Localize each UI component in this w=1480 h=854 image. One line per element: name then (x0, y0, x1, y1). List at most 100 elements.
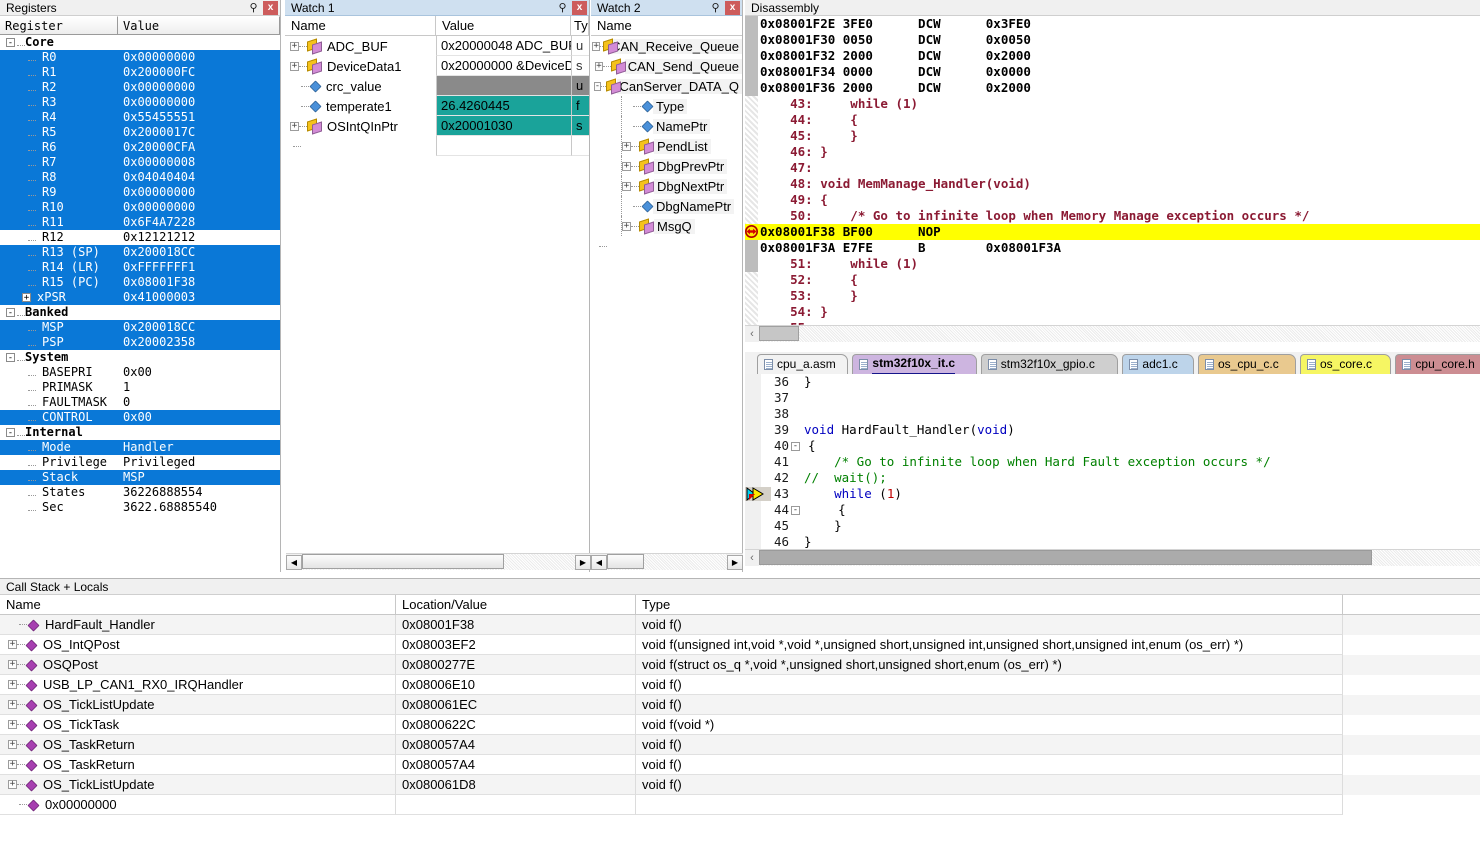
tree-expander-icon[interactable]: + (22, 293, 31, 303)
watch-row[interactable]: + CAN_Receive_Queue (591, 36, 742, 56)
register-value[interactable]: 0x200018CC (123, 245, 195, 260)
register-value[interactable]: 0x41000003 (123, 290, 195, 305)
register-value[interactable]: 0x00 (123, 365, 152, 380)
callstack-row[interactable]: + OSQPost 0x0800277E void f(struct os_q *,v… (0, 655, 1480, 675)
watch-expression-name[interactable]: temperate1 (321, 99, 392, 114)
register-row[interactable]: R13 (SP) 0x200018CC (0, 245, 280, 260)
watch-row[interactable]: + MsgQ (591, 216, 742, 236)
register-value[interactable]: Privileged (123, 455, 195, 470)
register-row[interactable]: R1 0x200000FC (0, 65, 280, 80)
registers-tree[interactable]: - Core R0 0x00000000 R1 0x200000FC R2 0x0000000… (0, 35, 280, 586)
tree-expander-icon[interactable]: + (594, 61, 604, 71)
register-row[interactable]: Sec 3622.68885540 (0, 500, 280, 515)
register-value[interactable]: 3622.68885540 (123, 500, 217, 515)
watch-expression-name[interactable]: DeviceData1 (322, 59, 401, 74)
register-row[interactable]: CONTROL 0x00 (0, 410, 280, 425)
editor-tab-os-core-c[interactable]: os_core.c (1300, 354, 1392, 374)
register-row[interactable]: R15 (PC) 0x08001F38 (0, 275, 280, 290)
register-value[interactable]: 0x2000017C (123, 125, 195, 140)
disassembly-line[interactable]: 0x08001F30 0050 DCW 0x0050 (745, 32, 1480, 48)
pin-icon[interactable]: ⚲ (556, 1, 569, 15)
register-row[interactable]: R14 (LR) 0xFFFFFFF1 (0, 260, 280, 275)
scroll-right-arrow-icon[interactable]: ▶ (727, 554, 743, 570)
tree-expander-icon[interactable]: + (8, 640, 17, 649)
disassembly-line[interactable]: 0x08001F38 BF00 NOP (745, 224, 1480, 240)
register-value[interactable]: 0x12121212 (123, 230, 195, 245)
callstack-col-location[interactable]: Location/Value (396, 595, 636, 614)
pin-icon[interactable]: ⚲ (247, 1, 260, 15)
source-line[interactable]: 43 while (1) (745, 486, 1480, 502)
watch-value-empty[interactable] (436, 136, 571, 156)
register-value[interactable]: 0x00000000 (123, 80, 195, 95)
watch-expression-name[interactable]: DbgNextPtr (654, 178, 728, 194)
watch-value[interactable]: 0x20001030 (436, 116, 571, 136)
watch-row[interactable]: + PendList (591, 136, 742, 156)
tree-expander-icon[interactable]: + (8, 780, 17, 789)
watch-enter-expression-row[interactable] (591, 236, 742, 256)
register-row[interactable]: MSP 0x200018CC (0, 320, 280, 335)
register-value[interactable]: 1 (123, 380, 130, 395)
watch-enter-expression-row[interactable] (285, 136, 589, 156)
watch-expression-name[interactable]: Type (653, 98, 688, 114)
watch2-list[interactable]: + CAN_Receive_Queue + CAN_Send_Queue - CanSer… (591, 36, 742, 567)
register-row[interactable]: BASEPRI 0x00 (0, 365, 280, 380)
register-value[interactable]: 0x00 (123, 410, 152, 425)
register-row[interactable]: R7 0x00000008 (0, 155, 280, 170)
watch-value[interactable]: 0x20000000 &DeviceDa... (436, 56, 571, 76)
register-value[interactable]: 0x00000000 (123, 50, 195, 65)
disassembly-listing[interactable]: 0x08001F2E 3FE0 DCW 0x3FE0 0x08001F30 005… (745, 16, 1480, 341)
watch-row[interactable]: + DeviceData1 0x20000000 &DeviceDa...s (285, 56, 589, 76)
callstack-function-name[interactable]: USB_LP_CAN1_RX0_IRQHandler (37, 677, 243, 692)
source-line[interactable]: 42 // wait(); (745, 470, 1480, 486)
callstack-row[interactable]: + OS_IntQPost 0x08003EF2 void f(unsigned in… (0, 635, 1480, 655)
callstack-col-name[interactable]: Name (0, 595, 396, 614)
tree-expander-icon[interactable]: + (622, 221, 631, 231)
register-value[interactable]: 0x00000008 (123, 155, 195, 170)
watch1-col-type[interactable]: Type (571, 16, 589, 35)
register-row[interactable]: Mode Handler (0, 440, 280, 455)
watch1-col-value[interactable]: Value (436, 16, 571, 35)
disassembly-line[interactable]: 52: { (745, 272, 1480, 288)
register-value[interactable]: 0x6F4A7228 (123, 215, 195, 230)
disassembly-line[interactable]: 53: } (745, 288, 1480, 304)
register-row[interactable]: PRIMASK 1 (0, 380, 280, 395)
callstack-function-name[interactable]: OSQPost (37, 657, 98, 672)
callstack-function-name[interactable]: OS_TaskReturn (37, 757, 135, 772)
watch1-scroll-track[interactable] (302, 554, 575, 570)
tree-expander-icon[interactable]: + (622, 161, 631, 171)
watch-expression-name[interactable]: DbgPrevPtr (654, 158, 728, 174)
watch-expression-name[interactable]: CAN_Send_Queue (624, 58, 742, 74)
register-row[interactable]: R4 0x55455551 (0, 110, 280, 125)
register-row[interactable]: R5 0x2000017C (0, 125, 280, 140)
source-line[interactable]: 39 void HardFault_Handler(void) (745, 422, 1480, 438)
pin-icon[interactable]: ⚲ (709, 1, 722, 15)
code-fold-icon[interactable]: - (791, 506, 800, 515)
editor-tab-os-cpu-c-c[interactable]: os_cpu_c.c (1198, 354, 1296, 374)
register-value[interactable]: 0xFFFFFFF1 (123, 260, 195, 275)
source-line[interactable]: 37 (745, 390, 1480, 406)
code-fold-icon[interactable]: - (791, 442, 800, 451)
source-line[interactable]: 44- { (745, 502, 1480, 518)
register-value[interactable]: 0x00000000 (123, 95, 195, 110)
register-value[interactable]: 0x00000000 (123, 185, 195, 200)
register-row[interactable]: States 36226888554 (0, 485, 280, 500)
editor-scroll-track[interactable] (759, 550, 1480, 566)
register-value[interactable]: 0x200018CC (123, 320, 195, 335)
register-row[interactable]: Stack MSP (0, 470, 280, 485)
tree-expander-icon[interactable]: - (593, 81, 602, 91)
disassembly-line[interactable]: 54: } (745, 304, 1480, 320)
register-group-row[interactable]: - System (0, 350, 280, 365)
register-row[interactable]: R3 0x00000000 (0, 95, 280, 110)
callstack-row[interactable]: + OS_TickListUpdate 0x080061D8 void f() (0, 775, 1480, 795)
watch-row[interactable]: + ADC_BUF 0x20000048 ADC_BUF u (285, 36, 589, 56)
callstack-rows[interactable]: HardFault_Handler 0x08001F38 void f() + OS_I… (0, 615, 1480, 815)
disassembly-line[interactable]: 0x08001F3A E7FE B 0x08001F3A (745, 240, 1480, 256)
disassembly-line[interactable]: 51: while (1) (745, 256, 1480, 272)
disassembly-line[interactable]: 0x08001F36 2000 DCW 0x2000 (745, 80, 1480, 96)
watch-expression-name[interactable]: MsgQ (654, 218, 695, 234)
watch-expression-name[interactable]: OSIntQInPtr (322, 119, 398, 134)
watch1-hscrollbar[interactable]: ◀ ▶ (286, 553, 591, 570)
callstack-function-name[interactable]: HardFault_Handler (39, 617, 155, 632)
close-icon[interactable]: x (572, 1, 587, 15)
tree-expander-icon[interactable]: + (8, 740, 17, 749)
